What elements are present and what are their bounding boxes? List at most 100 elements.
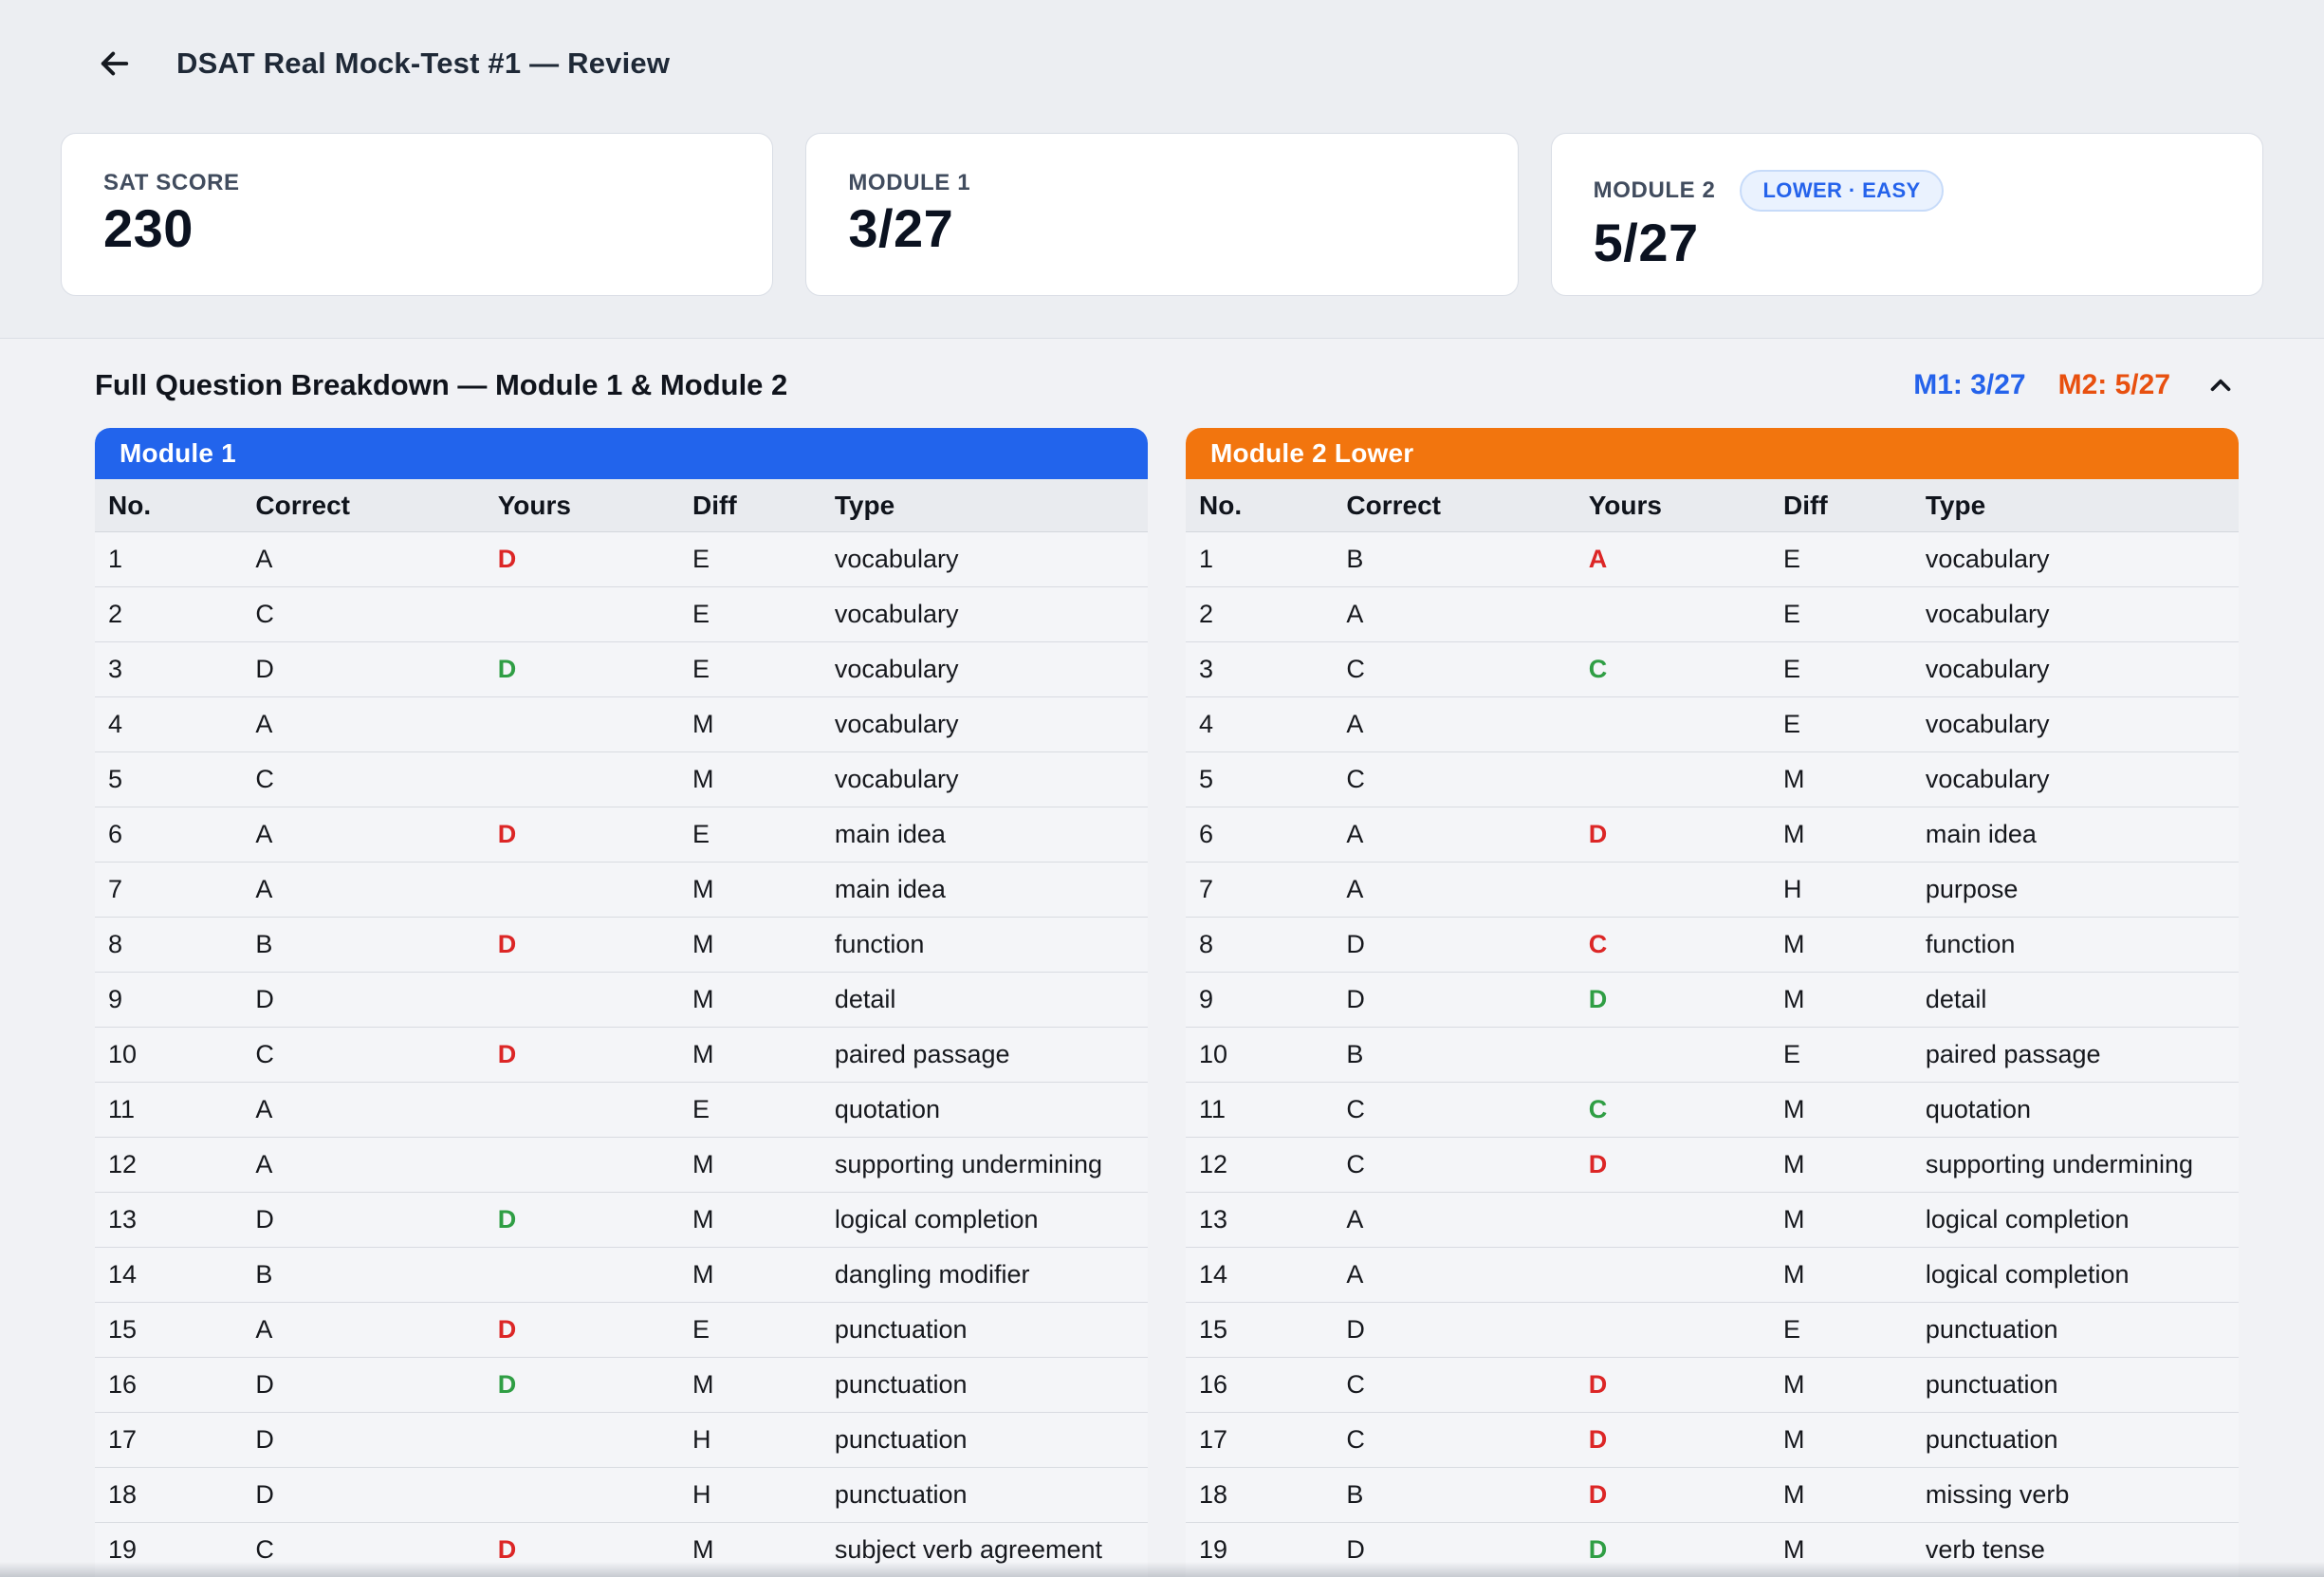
cell-type: vocabulary	[821, 600, 1148, 629]
cell-type: vocabulary	[1912, 710, 2239, 739]
cell-type: main idea	[1912, 820, 2239, 849]
cell-correct: B	[1333, 1480, 1575, 1510]
cell-correct: D	[1333, 1315, 1575, 1345]
card-value: 5/27	[1594, 212, 2221, 273]
cell-correct: C	[242, 600, 484, 629]
cell-diff: M	[1770, 985, 1912, 1014]
cell-correct: A	[1333, 820, 1575, 849]
cell-type: quotation	[821, 1095, 1148, 1124]
cell-correct: B	[242, 930, 484, 959]
cell-no: 9	[95, 985, 242, 1014]
cell-no: 7	[95, 875, 242, 904]
cell-diff: E	[679, 1315, 821, 1345]
column-header: Type	[821, 491, 1148, 521]
cell-diff: M	[1770, 765, 1912, 794]
cell-no: 3	[95, 655, 242, 684]
cell-correct: B	[1333, 1040, 1575, 1069]
cell-correct: A	[1333, 1260, 1575, 1289]
cell-type: quotation	[1912, 1095, 2239, 1124]
cell-type: vocabulary	[1912, 600, 2239, 629]
cell-yours: D	[1576, 985, 1770, 1014]
cell-yours: D	[485, 545, 679, 574]
cell-type: punctuation	[1912, 1315, 2239, 1345]
cell-diff: M	[679, 1150, 821, 1179]
cell-no: 18	[95, 1480, 242, 1510]
cell-diff: E	[1770, 710, 1912, 739]
cell-type: detail	[821, 985, 1148, 1014]
cell-diff: M	[679, 710, 821, 739]
cell-correct: C	[1333, 655, 1575, 684]
cell-no: 16	[1186, 1370, 1333, 1400]
cell-diff: E	[1770, 545, 1912, 574]
table-row: 10CDMpaired passage	[95, 1028, 1148, 1083]
cell-correct: B	[1333, 545, 1575, 574]
table-row: 13DDMlogical completion	[95, 1193, 1148, 1248]
cell-no: 18	[1186, 1480, 1333, 1510]
table-row: 15DEpunctuation	[1186, 1303, 2239, 1358]
cell-yours: D	[485, 1315, 679, 1345]
back-button[interactable]	[91, 40, 138, 87]
table-row: 12CDMsupporting undermining	[1186, 1138, 2239, 1193]
cell-correct: A	[1333, 710, 1575, 739]
module-title: Module 1	[120, 438, 236, 469]
cell-type: paired passage	[821, 1040, 1148, 1069]
column-header-row: No.CorrectYoursDiffType	[95, 479, 1148, 532]
cell-type: vocabulary	[821, 710, 1148, 739]
cell-diff: M	[1770, 820, 1912, 849]
cell-no: 19	[1186, 1535, 1333, 1565]
cell-correct: C	[1333, 1150, 1575, 1179]
cell-no: 5	[95, 765, 242, 794]
table-row: 19DDMverb tense	[1186, 1523, 2239, 1577]
cell-diff: E	[1770, 655, 1912, 684]
table-row: 18BDMmissing verb	[1186, 1468, 2239, 1523]
table-row: 3CCEvocabulary	[1186, 642, 2239, 697]
cell-diff: M	[1770, 1095, 1912, 1124]
cell-diff: M	[1770, 1205, 1912, 1234]
cell-yours: D	[485, 1205, 679, 1234]
cell-diff: E	[679, 820, 821, 849]
cell-type: punctuation	[821, 1425, 1148, 1455]
cell-yours: D	[485, 1040, 679, 1069]
cell-type: punctuation	[821, 1480, 1148, 1510]
cell-no: 15	[1186, 1315, 1333, 1345]
cell-correct: D	[242, 655, 484, 684]
collapse-button[interactable]	[2203, 367, 2239, 403]
cell-diff: E	[1770, 600, 1912, 629]
cell-no: 12	[95, 1150, 242, 1179]
module-header-bar: Module 2 Lower	[1186, 428, 2239, 479]
cell-correct: A	[242, 1150, 484, 1179]
cell-correct: A	[242, 1095, 484, 1124]
module-1-table: Module 1 No.CorrectYoursDiffType 1ADEvoc…	[95, 428, 1148, 1577]
cell-no: 5	[1186, 765, 1333, 794]
table-row: 3DDEvocabulary	[95, 642, 1148, 697]
cell-correct: A	[1333, 1205, 1575, 1234]
cell-type: paired passage	[1912, 1040, 2239, 1069]
cell-correct: D	[1333, 1535, 1575, 1565]
table-row: 8BDMfunction	[95, 918, 1148, 973]
cell-yours: D	[1576, 820, 1770, 849]
table-row: 5CMvocabulary	[1186, 752, 2239, 807]
cell-correct: C	[1333, 1425, 1575, 1455]
cell-correct: D	[242, 1205, 484, 1234]
module2-difficulty-badge: LOWER · EASY	[1740, 170, 1943, 212]
cell-yours: D	[485, 1370, 679, 1400]
cell-no: 2	[95, 600, 242, 629]
cell-type: purpose	[1912, 875, 2239, 904]
table-row: 14AMlogical completion	[1186, 1248, 2239, 1303]
cell-no: 3	[1186, 655, 1333, 684]
table-body: 1BAEvocabulary2AEvocabulary3CCEvocabular…	[1186, 532, 2239, 1577]
cell-no: 12	[1186, 1150, 1333, 1179]
table-row: 1ADEvocabulary	[95, 532, 1148, 587]
cell-correct: A	[1333, 600, 1575, 629]
table-row: 18DHpunctuation	[95, 1468, 1148, 1523]
cell-type: logical completion	[821, 1205, 1148, 1234]
cell-no: 14	[1186, 1260, 1333, 1289]
cell-diff: M	[679, 985, 821, 1014]
cell-type: vocabulary	[821, 655, 1148, 684]
cell-type: vocabulary	[1912, 545, 2239, 574]
cell-correct: D	[242, 1480, 484, 1510]
column-header: No.	[1186, 491, 1333, 521]
table-body: 1ADEvocabulary2CEvocabulary3DDEvocabular…	[95, 532, 1148, 1577]
table-row: 15ADEpunctuation	[95, 1303, 1148, 1358]
cell-yours: C	[1576, 1095, 1770, 1124]
